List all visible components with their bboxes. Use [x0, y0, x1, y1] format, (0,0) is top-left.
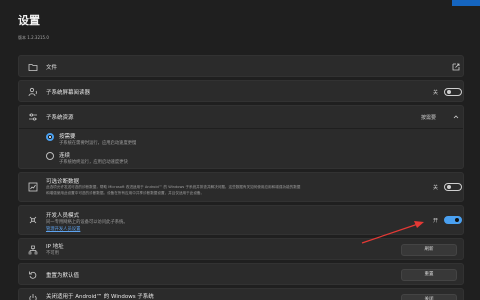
- folder-icon: [28, 64, 38, 71]
- diagnostics-sub-1: 此选项允许发送可选的诊断数据，帮助 Microsoft 改进适用于 Androi…: [46, 185, 301, 189]
- open-external-icon[interactable]: [451, 62, 461, 72]
- ip-address-value: 不可用: [46, 251, 59, 256]
- screen-reader-state: 关: [433, 90, 439, 96]
- diagnostics-sub-2: 和增强使用此设置中可选的诊断数据。设备在所有应用中共享诊断数据设置，并且仅适用于…: [46, 191, 205, 195]
- page-title: 设置: [18, 14, 40, 27]
- toggle-knob: [447, 185, 451, 189]
- developer-mode-title: 开发人员模式: [46, 213, 80, 219]
- screen-reader-title: 子系统屏幕阅读器: [46, 90, 91, 96]
- shutdown-row: 关闭适用于 Android™ 的 Windows 子系统 关闭: [18, 288, 464, 300]
- diagnostics-title: 可选诊断数据: [46, 179, 80, 185]
- reset-button[interactable]: 重置: [401, 269, 457, 281]
- files-title: 文件: [46, 65, 58, 71]
- version-label: 版本 1.2.3215.0: [18, 35, 49, 40]
- developer-mode-toggle[interactable]: [444, 216, 462, 224]
- continuous-sub: 子系统始终运行，应用启动速度更快: [59, 160, 128, 165]
- radio-on-demand[interactable]: [46, 133, 54, 141]
- resources-title: 子系统资源: [46, 115, 74, 121]
- ip-address-row: IP 地址 不可用 刷新: [18, 238, 464, 260]
- developer-mode-row: 开发人员模式 同一专用网络上的设备可以访问此子系统。 管理开发人员设置 开: [18, 205, 464, 235]
- power-icon: [29, 294, 37, 300]
- resources-panel: 子系统资源 按需要 按需要 子系统在需要时运行，应用启动速度更慢 连续 子系统始…: [18, 105, 464, 169]
- window-accent-bar: [452, 0, 480, 6]
- diagnostics-toggle[interactable]: [444, 183, 462, 191]
- on-demand-title: 按需要: [59, 134, 76, 140]
- shutdown-title: 关闭适用于 Android™ 的 Windows 子系统: [46, 294, 154, 300]
- shutdown-button[interactable]: 关闭: [401, 294, 457, 300]
- network-icon: [28, 245, 38, 255]
- screen-reader-icon: [28, 87, 37, 97]
- refresh-button[interactable]: 刷新: [401, 244, 457, 256]
- developer-mode-sub: 同一专用网络上的设备可以访问此子系统。: [46, 220, 128, 225]
- toggle-knob: [447, 90, 451, 94]
- files-row[interactable]: 文件: [18, 55, 464, 77]
- resources-value: 按需要: [421, 115, 437, 121]
- developer-icon: [29, 216, 37, 224]
- chart-icon: [28, 182, 38, 192]
- radio-continuous[interactable]: [46, 152, 54, 160]
- divider: [19, 128, 463, 129]
- reset-icon: [29, 271, 37, 279]
- on-demand-sub: 子系统在需要时运行，应用启动速度更慢: [59, 141, 137, 146]
- ip-address-title: IP 地址: [46, 244, 64, 250]
- developer-mode-state: 开: [433, 218, 439, 224]
- continuous-title: 连续: [59, 153, 71, 159]
- page-header: 设置 版本 1.2.3215.0: [18, 12, 49, 41]
- sliders-icon: [29, 113, 37, 121]
- reset-title: 重置为默认值: [46, 273, 80, 279]
- toggle-knob: [455, 218, 459, 222]
- reset-row: 重置为默认值 重置: [18, 263, 464, 285]
- screen-reader-row: 子系统屏幕阅读器 关: [18, 80, 464, 102]
- diagnostics-state: 关: [433, 185, 439, 191]
- chevron-up-icon[interactable]: [451, 112, 461, 122]
- diagnostics-row: 可选诊断数据 此选项允许发送可选的诊断数据，帮助 Microsoft 改进适用于…: [18, 172, 464, 202]
- manage-developer-settings-link[interactable]: 管理开发人员设置: [46, 226, 80, 232]
- screen-reader-toggle[interactable]: [444, 88, 462, 96]
